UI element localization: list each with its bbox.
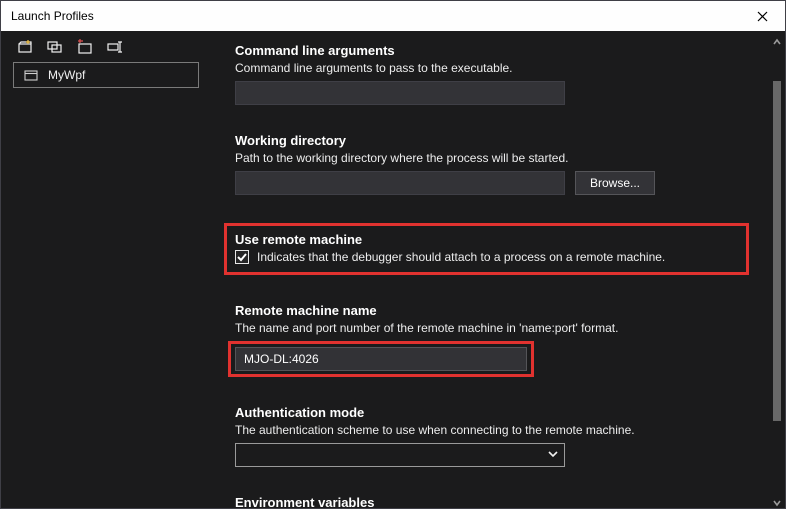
profiles-toolbar	[1, 31, 211, 56]
remote-machine-name-input[interactable]	[235, 347, 527, 371]
scrollbar-thumb[interactable]	[773, 81, 781, 421]
scrollbar-track[interactable]	[773, 47, 781, 492]
authentication-mode-select[interactable]	[235, 443, 565, 467]
chevron-down-icon	[548, 448, 558, 462]
launch-profiles-window: Launch Profiles	[0, 0, 786, 509]
scroll-up-button[interactable]	[773, 35, 781, 43]
dialog-body: MyWpf Command line arguments Command lin…	[1, 31, 785, 508]
section-title: Use remote machine	[235, 232, 738, 247]
new-profile-icon	[17, 39, 33, 55]
window-title: Launch Profiles	[11, 9, 94, 23]
use-remote-machine-checkbox[interactable]	[235, 250, 249, 264]
section-remote-machine-name: Remote machine name The name and port nu…	[235, 303, 747, 377]
close-button[interactable]	[740, 1, 785, 31]
duplicate-profile-button[interactable]	[47, 39, 63, 55]
highlight-box	[228, 341, 534, 377]
scroll-down-button[interactable]	[773, 496, 781, 504]
settings-panel: Command line arguments Command line argu…	[211, 31, 769, 508]
profile-item-label: MyWpf	[48, 68, 85, 82]
section-working-directory: Working directory Path to the working di…	[235, 133, 747, 195]
rename-profile-button[interactable]	[107, 39, 123, 55]
section-command-line-arguments: Command line arguments Command line argu…	[235, 43, 747, 105]
section-title: Remote machine name	[235, 303, 747, 318]
section-authentication-mode: Authentication mode The authentication s…	[235, 405, 747, 467]
section-environment-variables: Environment variables	[235, 495, 747, 508]
section-title: Command line arguments	[235, 43, 747, 58]
section-desc: The authentication scheme to use when co…	[235, 423, 747, 437]
delete-profile-icon	[77, 39, 93, 55]
new-profile-button[interactable]	[17, 39, 33, 55]
highlight-box: Use remote machine Indicates that the de…	[224, 223, 749, 275]
rename-profile-icon	[107, 39, 123, 55]
profile-list: MyWpf	[1, 62, 211, 88]
browse-button[interactable]: Browse...	[575, 171, 655, 195]
close-icon	[757, 11, 768, 22]
content-area: Command line arguments Command line argu…	[211, 31, 785, 508]
checkbox-label: Indicates that the debugger should attac…	[257, 250, 665, 264]
delete-profile-button[interactable]	[77, 39, 93, 55]
titlebar: Launch Profiles	[1, 1, 785, 31]
project-icon	[24, 68, 38, 82]
profile-item-mywpf[interactable]: MyWpf	[13, 62, 199, 88]
section-desc: Path to the working directory where the …	[235, 151, 747, 165]
sidebar: MyWpf	[1, 31, 211, 508]
duplicate-profile-icon	[47, 39, 63, 55]
section-title: Authentication mode	[235, 405, 747, 420]
vertical-scrollbar[interactable]	[769, 31, 785, 508]
section-desc: Command line arguments to pass to the ex…	[235, 61, 747, 75]
section-use-remote-machine: Use remote machine Indicates that the de…	[235, 223, 747, 275]
section-title: Working directory	[235, 133, 747, 148]
section-title: Environment variables	[235, 495, 747, 508]
section-desc: The name and port number of the remote m…	[235, 321, 747, 335]
command-line-arguments-input[interactable]	[235, 81, 565, 105]
working-directory-input[interactable]	[235, 171, 565, 195]
check-icon	[237, 252, 247, 262]
